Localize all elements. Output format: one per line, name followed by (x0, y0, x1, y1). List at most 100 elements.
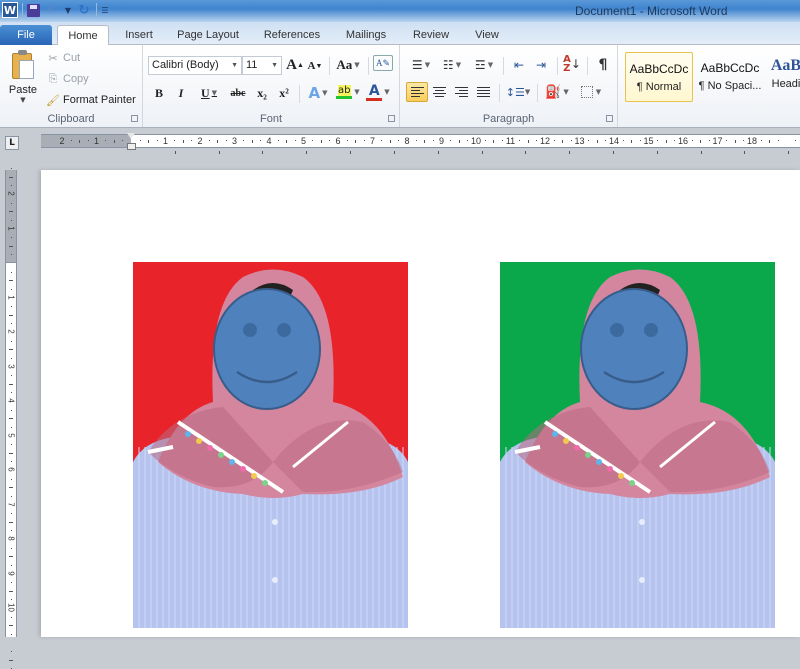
indent-marker[interactable] (127, 133, 136, 155)
photo-green-background[interactable] (500, 262, 775, 628)
change-case-button[interactable]: Aa ▼ (334, 55, 362, 75)
tab-stop (744, 151, 746, 154)
shirt-button (272, 519, 278, 525)
paragraph-dialog-launcher[interactable] (606, 115, 613, 122)
superscript-icon: x² (279, 85, 289, 100)
ruler-tick (769, 140, 771, 143)
font-group-label: Font (259, 113, 282, 125)
tab-references[interactable]: References (257, 25, 327, 45)
highlight-button[interactable]: ab ▼ (335, 82, 361, 102)
ruler-dot (11, 530, 12, 532)
text-effects-button[interactable]: A ▼ (305, 83, 331, 103)
align-center-button[interactable] (428, 82, 450, 102)
ruler-tick (9, 625, 13, 627)
ruler-number: 8 (6, 536, 16, 541)
font-name-combo[interactable]: Calibri (Body) ▼ (148, 56, 242, 75)
sort-button[interactable]: A Z ↓ (561, 54, 583, 74)
paste-dropdown-icon[interactable]: ▼ (5, 96, 41, 104)
multilevel-list-button[interactable]: ☲ ▼ (470, 55, 498, 75)
clear-formatting-button[interactable]: A✎ (373, 55, 393, 71)
bullet-list-icon: ☰ (411, 58, 423, 72)
tab-mailings[interactable]: Mailings (340, 25, 392, 45)
lace-bead (251, 473, 257, 479)
ruler-number: 15 (643, 136, 654, 146)
style-heading[interactable]: AaB Headi (766, 52, 800, 102)
increase-indent-button[interactable]: ⇥ (530, 55, 552, 75)
ruler-tick (320, 140, 322, 143)
lace-bead (618, 473, 624, 479)
style-no-spacing[interactable]: AaBbCcDc ¶ No Spaci... (696, 52, 764, 102)
font-dialog-launcher[interactable] (388, 115, 395, 122)
shirt-button (272, 577, 278, 583)
tab-page-layout[interactable]: Page Layout (172, 25, 244, 45)
tab-insert[interactable]: Insert (114, 25, 164, 45)
borders-button[interactable]: ▼ (576, 82, 606, 102)
bold-button[interactable]: B (151, 83, 167, 103)
ruler-dot (570, 140, 572, 141)
superscript-button[interactable]: x² (275, 83, 293, 103)
cut-button[interactable]: ✂ Cut (46, 49, 80, 67)
lace-bead (240, 466, 246, 472)
paste-button[interactable]: Paste ▼ (5, 50, 41, 110)
tab-stop (174, 151, 176, 154)
show-formatting-button[interactable]: ¶ (592, 55, 614, 75)
tab-home[interactable]: Home (57, 25, 109, 46)
format-painter-button[interactable]: 🖌 Format Painter (46, 91, 136, 109)
clipboard-dialog-launcher[interactable] (131, 115, 138, 122)
subscript-icon: x₂ (257, 85, 267, 100)
lace-bead (585, 452, 591, 458)
subscript-button[interactable]: x₂ (253, 83, 271, 103)
photo-red-background[interactable] (133, 262, 408, 628)
chevron-down-icon: ▼ (231, 62, 238, 69)
line-spacing-button[interactable]: ↕☰ ▼ (504, 82, 532, 102)
tab-view[interactable]: View (467, 25, 507, 45)
tab-file[interactable]: File (0, 25, 52, 45)
bullets-button[interactable]: ☰ ▼ (407, 55, 435, 75)
shading-button[interactable]: ⛽ ▼ (542, 82, 572, 102)
separator (96, 3, 97, 17)
vertical-ruler[interactable]: 2 1 1 2 3 4 5 6 7 8 9 10 (5, 168, 17, 669)
undo-icon[interactable]: ↶ (44, 2, 60, 18)
justify-button[interactable] (472, 82, 494, 102)
left-indent-handle[interactable] (127, 143, 136, 150)
grow-font-button[interactable]: A ▲ (286, 55, 304, 75)
decrease-indent-button[interactable]: ⇤ (508, 55, 530, 75)
ruler-dot (11, 323, 12, 325)
shrink-font-button[interactable]: A ▼ (307, 56, 323, 76)
style-normal[interactable]: AaBbCcDc ¶ Normal (625, 52, 693, 102)
quick-access-toolbar: W ↶ ▼ ↻ ☰ (2, 2, 109, 18)
align-right-button[interactable] (450, 82, 472, 102)
word-logo-icon[interactable]: W (2, 2, 18, 18)
ruler-number: 16 (677, 136, 689, 146)
ruler-tick (424, 140, 426, 143)
font-size-combo[interactable]: 11 ▼ (242, 56, 282, 75)
horizontal-ruler[interactable]: 2 1 1 2 3 4 5 6 7 8 9 10 11 12 13 14 15 16 17 18 (41, 134, 800, 148)
redo-icon[interactable]: ↻ (76, 2, 92, 18)
undo-dropdown-icon[interactable]: ▼ (64, 2, 72, 18)
strikethrough-icon: abc (230, 87, 246, 99)
ruler-dot (11, 202, 12, 204)
align-center-icon (432, 87, 446, 97)
ruler-tick (251, 140, 253, 143)
save-icon[interactable] (27, 3, 40, 17)
italic-button[interactable]: I (173, 83, 189, 103)
first-line-indent-handle[interactable] (127, 133, 135, 139)
tab-stop (481, 151, 483, 154)
underline-button[interactable]: U ▼ (196, 83, 222, 103)
separator (537, 84, 538, 102)
copy-button[interactable]: ⎘ Copy (46, 70, 89, 88)
font-color-button[interactable]: A ▼ (365, 82, 391, 102)
paintbrush-icon: 🖌 (46, 94, 60, 107)
ruler-tick (9, 176, 13, 178)
ruler-dot (501, 140, 503, 141)
align-left-button[interactable] (406, 82, 428, 102)
strikethrough-button[interactable]: abc (227, 83, 249, 103)
numbering-button[interactable]: ☷ ▼ (438, 55, 466, 75)
ruler-number: 5 (300, 136, 307, 146)
tab-stop (569, 151, 571, 154)
styles-group: AaBbCcDc ¶ Normal AaBbCcDc ¶ No Spaci...… (618, 45, 800, 127)
tab-selector[interactable]: L (5, 136, 19, 150)
customize-toolbar-icon[interactable]: ☰ (101, 2, 109, 18)
document-page[interactable] (41, 170, 800, 637)
tab-review[interactable]: Review (407, 25, 455, 45)
